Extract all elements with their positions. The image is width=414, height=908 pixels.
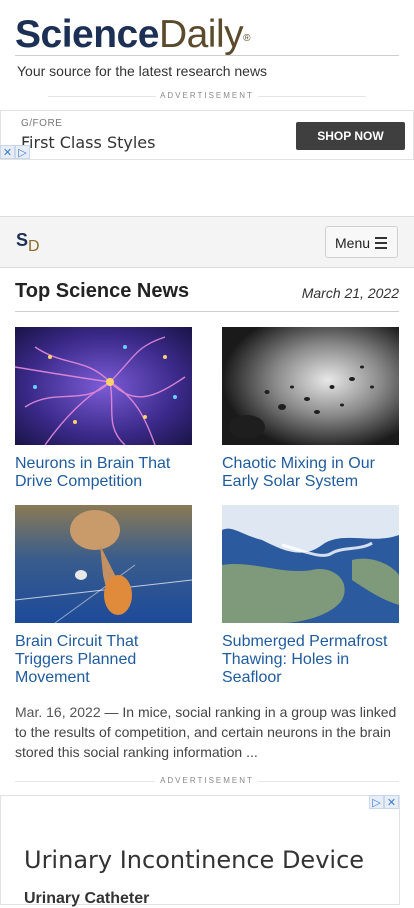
story-title[interactable]: Submerged Permafrost Thawing: Holes in S… <box>222 633 399 687</box>
ad-subtext[interactable]: Urinary Catheter <box>24 890 149 908</box>
ad-choices-bottom[interactable]: ▷ ✕ <box>369 795 399 809</box>
ad-label-text: ADVERTISEMENT <box>160 91 254 100</box>
sd-logo[interactable]: SD <box>16 230 40 255</box>
close-icon[interactable]: ✕ <box>0 145 15 159</box>
site-header: ScienceDaily® Your source for the latest… <box>0 0 414 88</box>
section-title: Top Science News <box>15 280 190 302</box>
hamburger-icon <box>375 237 387 252</box>
runner-image[interactable] <box>15 505 192 623</box>
section-date: March 21, 2022 <box>301 285 399 301</box>
tagline: Your source for the latest research news <box>17 63 268 79</box>
neurons-image[interactable] <box>15 327 192 445</box>
ad-choices-top[interactable]: ✕ ▷ <box>0 145 30 159</box>
adchoices-icon[interactable]: ▷ <box>15 145 30 159</box>
asteroids-image[interactable] <box>222 327 399 445</box>
menu-button[interactable]: Menu <box>325 226 398 258</box>
story-title[interactable]: Brain Circuit That Triggers Planned Move… <box>15 633 192 687</box>
shop-now-button[interactable]: SHOP NOW <box>296 122 405 150</box>
registered-mark: ® <box>243 33 250 44</box>
logo-science-text: Science <box>15 13 159 56</box>
story-title[interactable]: Neurons in Brain That Drive Competition <box>15 455 192 491</box>
story-card[interactable]: Submerged Permafrost Thawing: Holes in S… <box>222 505 399 687</box>
summary-date: Mar. 16, 2022 <box>15 704 101 720</box>
logo-daily-text: Daily <box>158 13 244 56</box>
bottom-advertisement[interactable]: Urinary Incontinence Device Urinary Cath… <box>0 795 400 908</box>
close-icon[interactable]: ✕ <box>384 795 399 809</box>
ad-headline[interactable]: Urinary Incontinence Device <box>24 846 364 874</box>
arctic-map-image[interactable] <box>222 505 399 623</box>
ad-headline[interactable]: First Class Styles <box>21 133 155 152</box>
menu-label: Menu <box>335 235 371 251</box>
top-advertisement[interactable]: G/FORE First Class Styles SHOP NOW <box>0 110 414 160</box>
ad-brand: G/FORE <box>21 118 63 129</box>
navbar: SD Menu <box>0 216 414 268</box>
story-title[interactable]: Chaotic Mixing in Our Early Solar System <box>222 455 399 491</box>
story-summary: Mar. 16, 2022 — In mice, social ranking … <box>15 702 399 762</box>
story-card[interactable]: Neurons in Brain That Drive Competition <box>15 327 192 491</box>
header-divider <box>15 55 399 56</box>
section-header: Top Science News March 21, 2022 <box>15 280 399 312</box>
ad-label-text: ADVERTISEMENT <box>160 776 254 785</box>
sciencedaily-logo[interactable]: ScienceDaily® <box>15 12 250 58</box>
story-card[interactable]: Chaotic Mixing in Our Early Solar System <box>222 327 399 491</box>
ad-label-bottom: ADVERTISEMENT <box>0 774 414 790</box>
story-card[interactable]: Brain Circuit That Triggers Planned Move… <box>15 505 192 687</box>
ad-label-top: ADVERTISEMENT <box>0 89 414 105</box>
adchoices-icon[interactable]: ▷ <box>369 795 384 809</box>
